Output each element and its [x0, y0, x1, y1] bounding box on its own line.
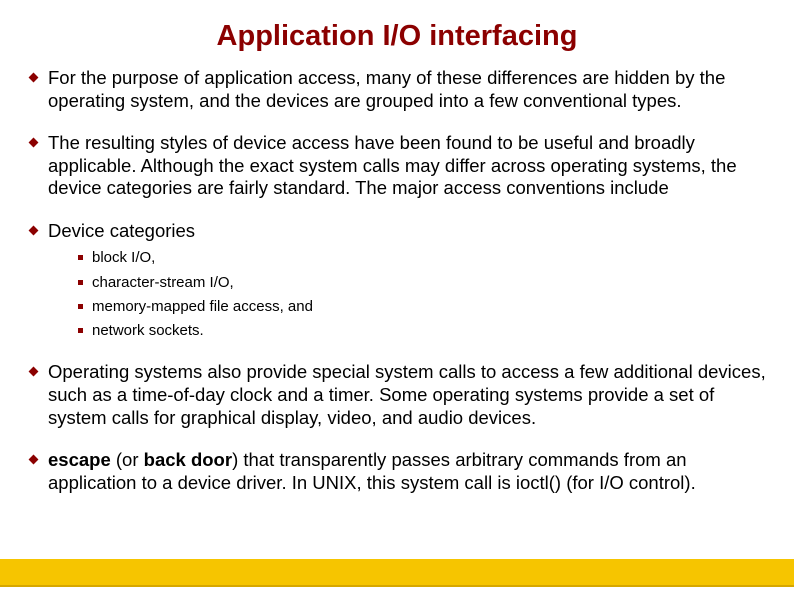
sub-bullet-item: network sockets. [76, 321, 768, 341]
bullet-item: escape (or back door) that transparently… [28, 449, 768, 494]
sub-bullet-list: block I/O, character-stream I/O, memory-… [48, 248, 768, 341]
footer-bar [0, 559, 794, 585]
sub-bullet-item: block I/O, [76, 248, 768, 268]
sub-bullet-item: character-stream I/O, [76, 273, 768, 293]
text: (or [111, 449, 144, 470]
bullet-list: For the purpose of application access, m… [20, 67, 774, 494]
slide-title: Application I/O interfacing [20, 20, 774, 53]
bullet-item: Operating systems also provide special s… [28, 361, 768, 429]
bold-text: escape [48, 449, 111, 470]
bullet-item: Device categories block I/O, character-s… [28, 220, 768, 342]
bullet-item: The resulting styles of device access ha… [28, 132, 768, 200]
footer-underline [0, 585, 794, 587]
bold-text: back door [144, 449, 232, 470]
slide: Application I/O interfacing For the purp… [0, 0, 794, 595]
bullet-text: Device categories [48, 220, 195, 241]
bullet-item: For the purpose of application access, m… [28, 67, 768, 112]
sub-bullet-item: memory-mapped file access, and [76, 297, 768, 317]
